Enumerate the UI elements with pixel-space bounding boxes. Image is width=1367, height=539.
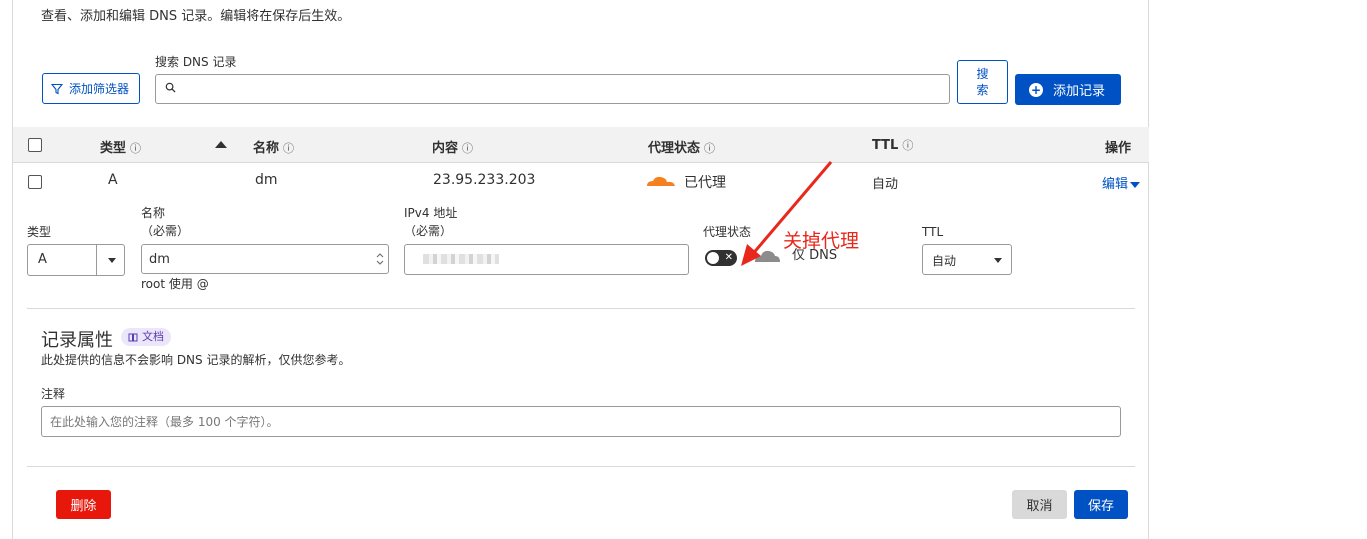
select-all-checkbox[interactable] — [28, 138, 42, 152]
toggle-knob — [707, 252, 719, 264]
ipv4-required: （必需） — [404, 224, 453, 238]
plus-circle-icon: + — [1029, 82, 1043, 97]
info-icon: ⓘ — [462, 142, 474, 155]
page-description: 查看、添加和编辑 DNS 记录。编辑将在保存后生效。 — [41, 9, 351, 24]
add-filter-label: 添加筛选器 — [69, 82, 130, 96]
caret-down-icon — [1130, 181, 1141, 188]
ipv4-address-field[interactable] — [404, 244, 689, 275]
divider — [27, 308, 1135, 309]
name-field[interactable]: dm — [141, 244, 389, 274]
chevron-down-icon — [994, 258, 1002, 263]
docs-badge[interactable]: 文档 — [121, 328, 171, 346]
name-hint: root 使用 @ — [141, 277, 209, 291]
add-record-label: 添加记录 — [1053, 84, 1106, 99]
annotation-arrow — [741, 161, 833, 266]
row-checkbox[interactable] — [28, 175, 42, 189]
name-required: （必需） — [141, 224, 190, 238]
header-content[interactable]: 内容 ⓘ — [432, 137, 473, 156]
info-icon: ⓘ — [902, 139, 914, 152]
divider — [27, 466, 1135, 467]
info-icon: ⓘ — [704, 142, 716, 155]
record-attributes-description: 此处提供的信息不会影响 DNS 记录的解析，仅供您参考。 — [41, 353, 351, 367]
select-divider — [96, 245, 97, 275]
docs-badge-label: 文档 — [142, 330, 164, 343]
header-name[interactable]: 名称 ⓘ — [253, 137, 294, 156]
header-name-label: 名称 — [253, 141, 280, 156]
redacted-ip-value — [423, 254, 499, 264]
note-label: 注释 — [41, 387, 66, 401]
search-input[interactable] — [155, 74, 950, 104]
add-record-button[interactable]: + 添加记录 — [1015, 74, 1121, 105]
type-select-value: A — [38, 252, 47, 267]
header-ttl-label: TTL — [872, 138, 899, 153]
note-placeholder: 在此处输入您的注释（最多 100 个字符）。 — [50, 415, 279, 429]
filter-icon — [51, 83, 63, 94]
info-icon: ⓘ — [130, 142, 142, 155]
record-attributes-title: 记录属性 — [41, 330, 113, 351]
ipv4-label: IPv4 地址 — [404, 206, 458, 220]
chevron-down-icon — [108, 258, 116, 263]
proxied-cloud-icon — [647, 176, 675, 186]
row-content: 23.95.233.203 — [433, 172, 536, 188]
header-type[interactable]: 类型 ⓘ — [100, 137, 141, 156]
save-button[interactable]: 保存 — [1074, 490, 1128, 519]
search-button[interactable]: 搜索 — [957, 60, 1008, 104]
table-header: 类型 ⓘ 名称 ⓘ 内容 ⓘ 代理状态 ⓘ TTL ⓘ 操作 — [13, 127, 1149, 163]
search-icon — [165, 82, 176, 93]
close-icon: ✕ — [724, 252, 733, 263]
note-field[interactable]: 在此处输入您的注释（最多 100 个字符）。 — [41, 406, 1121, 437]
table-row[interactable]: A dm 23.95.233.203 已代理 自动 编辑 — [13, 163, 1149, 199]
header-type-label: 类型 — [100, 141, 127, 156]
cancel-button[interactable]: 取消 — [1012, 490, 1067, 519]
row-type: A — [108, 172, 118, 188]
delete-button[interactable]: 删除 — [56, 490, 111, 519]
row-ttl: 自动 — [872, 177, 899, 192]
header-proxy-label: 代理状态 — [648, 141, 701, 156]
search-label: 搜索 DNS 记录 — [155, 55, 237, 69]
ttl-label: TTL — [922, 225, 944, 239]
sort-ascending-icon[interactable] — [215, 141, 227, 148]
header-actions: 操作 — [1105, 141, 1132, 156]
row-proxy-status: 已代理 — [684, 175, 726, 191]
row-name: dm — [255, 172, 278, 188]
ttl-select-value: 自动 — [932, 254, 957, 268]
edit-label: 编辑 — [1102, 177, 1129, 192]
dns-records-panel: 查看、添加和编辑 DNS 记录。编辑将在保存后生效。 添加筛选器 搜索 DNS … — [12, 0, 1149, 539]
stepper-icon — [376, 253, 384, 265]
header-ttl[interactable]: TTL ⓘ — [872, 137, 913, 153]
header-content-label: 内容 — [432, 141, 459, 156]
add-filter-button[interactable]: 添加筛选器 — [42, 73, 140, 104]
edit-record-link[interactable]: 编辑 — [1102, 173, 1141, 192]
book-icon — [128, 333, 138, 342]
type-select[interactable]: A — [27, 244, 125, 276]
header-proxy-status[interactable]: 代理状态 ⓘ — [648, 137, 715, 156]
type-label: 类型 — [27, 225, 52, 239]
name-label: 名称 — [141, 206, 166, 220]
info-icon: ⓘ — [283, 142, 295, 155]
ttl-select[interactable]: 自动 — [922, 244, 1012, 275]
name-field-value: dm — [149, 251, 170, 267]
